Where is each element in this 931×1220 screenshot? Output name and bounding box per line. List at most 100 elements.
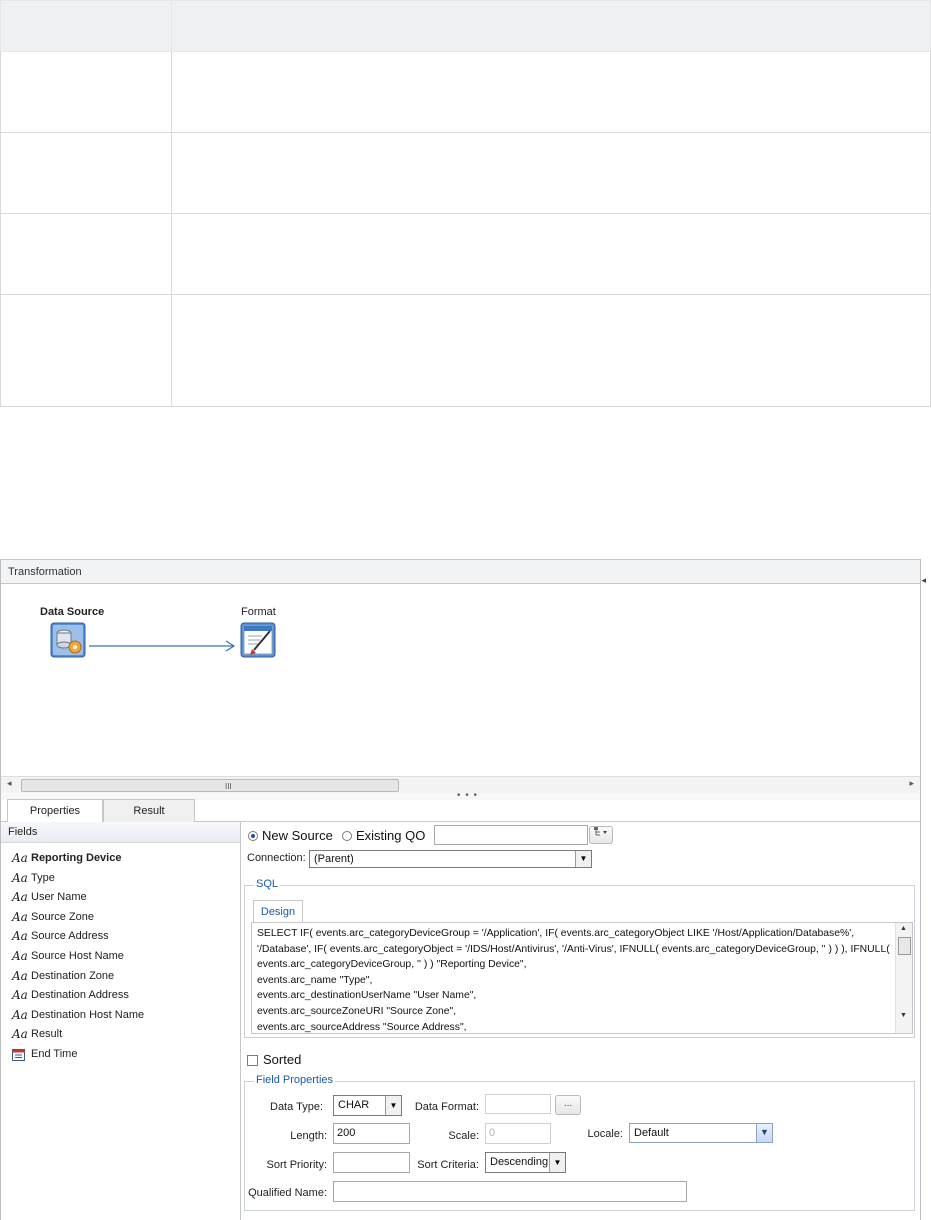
sort-priority-label: Sort Priority: (266, 1159, 327, 1171)
text-field-icon: Aa (12, 988, 28, 1003)
blank-table (0, 0, 931, 407)
field-label: Reporting Device (31, 852, 122, 864)
format-brush-icon[interactable] (240, 622, 276, 658)
scrollbar-thumb[interactable]: III (21, 779, 399, 792)
scale-input[interactable]: 0 (485, 1123, 551, 1144)
chevron-down-icon: ▼ (549, 1153, 565, 1172)
sql-fieldset: SQL Design SELECT IF( events.arc_categor… (244, 878, 915, 1038)
scrollbar-thumb[interactable] (898, 937, 911, 955)
sql-line: SELECT IF( events.arc_categoryDeviceGrou… (257, 928, 855, 939)
new-source-radio[interactable] (248, 831, 258, 841)
locale-select[interactable]: Default ▼ (629, 1123, 773, 1143)
sql-line: events.arc_destinationUserName "User Nam… (257, 990, 477, 1002)
table-cell (0, 51, 172, 133)
length-input[interactable]: 200 (333, 1123, 410, 1144)
qualified-name-input[interactable] (333, 1181, 687, 1202)
text-field-icon: Aa (12, 870, 28, 885)
field-item[interactable]: Aa Source Address (1, 927, 240, 947)
text-field-icon: Aa (12, 1027, 28, 1042)
field-item[interactable]: Aa Source Zone (1, 908, 240, 928)
node-label-format: Format (241, 606, 276, 618)
database-gear-icon[interactable] (50, 622, 86, 658)
sort-priority-input[interactable] (333, 1152, 410, 1173)
data-type-value: CHAR (338, 1099, 370, 1111)
sort-criteria-label: Sort Criteria: (417, 1159, 479, 1171)
data-type-label: Data Type: (270, 1101, 323, 1113)
transformation-canvas[interactable]: Data Source Format (1, 584, 920, 776)
field-label: Type (31, 871, 55, 884)
length-label: Length: (290, 1130, 327, 1142)
qualified-name-label: Qualified Name: (248, 1187, 327, 1199)
qo-tree-picker-button[interactable] (589, 826, 613, 844)
field-label: End Time (31, 1047, 78, 1060)
text-field-icon: Aa (12, 1007, 28, 1022)
connection-value: (Parent) (314, 853, 354, 865)
scroll-right-icon[interactable]: ▸ (909, 778, 914, 789)
field-item[interactable]: Aa Reporting Device (1, 849, 240, 869)
collapse-icon[interactable]: ◂ (921, 568, 926, 593)
text-field-icon: Aa (12, 948, 28, 963)
properties-form: New Source Existing QO Connection: (Pare… (241, 822, 920, 1220)
sql-line: events.arc_categoryDeviceGroup, '' ) ) "… (257, 959, 527, 971)
sql-line: '/Database', IF( events.arc_categoryObje… (257, 943, 890, 955)
field-item[interactable]: Aa Source Host Name (1, 947, 240, 967)
scroll-left-icon[interactable]: ◂ (7, 778, 12, 789)
table-cell (0, 0, 172, 52)
existing-qo-radio[interactable] (342, 831, 352, 841)
field-item[interactable]: Aa Destination Zone (1, 967, 240, 987)
table-row (0, 213, 931, 295)
sorted-checkbox[interactable] (247, 1055, 258, 1066)
connection-select[interactable]: (Parent) ▼ (309, 850, 592, 868)
data-type-select[interactable]: CHAR ▼ (333, 1095, 402, 1116)
sql-vertical-scrollbar[interactable]: ▲ ▼ (895, 923, 912, 1033)
sort-criteria-value: Descending (490, 1156, 549, 1168)
node-label-data-source: Data Source (40, 606, 105, 618)
sort-criteria-select[interactable]: Descending ▼ (485, 1152, 566, 1173)
field-item[interactable]: Aa Type (1, 869, 240, 889)
field-item[interactable]: Aa Destination Address (1, 986, 240, 1006)
data-format-input[interactable] (485, 1094, 551, 1114)
table-cell (171, 213, 931, 295)
tab-design[interactable]: Design (253, 900, 303, 922)
field-label: Destination Address (31, 989, 129, 1002)
table-row (0, 51, 931, 133)
sql-text: SELECT IF( events.arc_categoryDeviceGrou… (257, 926, 895, 1033)
text-field-icon: Aa (12, 929, 28, 944)
scroll-up-icon[interactable]: ▲ (900, 925, 907, 932)
chevron-down-icon: ▼ (575, 851, 591, 867)
locale-value: Default (634, 1127, 669, 1139)
field-label: Result (31, 1028, 63, 1041)
field-properties-fieldset: Field Properties Data Type: CHAR ▼ Data … (244, 1074, 915, 1211)
table-row (0, 294, 931, 407)
sql-line: events.arc_sourceAddress "Source Address… (257, 1021, 467, 1033)
tree-picker-icon (594, 827, 607, 836)
sql-editor[interactable]: SELECT IF( events.arc_categoryDeviceGrou… (251, 922, 913, 1034)
table-header-row (0, 0, 931, 52)
existing-qo-input[interactable] (434, 825, 588, 845)
field-item[interactable]: Aa Destination Host Name (1, 1006, 240, 1026)
grip-icon: III (225, 782, 232, 791)
field-label: Destination Host Name (31, 1008, 145, 1021)
sql-legend: SQL (254, 878, 281, 890)
table-cell (171, 0, 931, 52)
field-item[interactable]: End Time (1, 1045, 240, 1065)
table-cell (0, 213, 172, 295)
fields-panel: Fields Aa Reporting Device Aa Type Aa Us… (1, 822, 241, 1220)
sql-line: events.arc_name "Type", (257, 974, 373, 986)
data-format-button[interactable]: ... (555, 1095, 581, 1115)
field-item[interactable]: Aa User Name (1, 888, 240, 908)
chevron-down-icon: ▼ (385, 1096, 401, 1115)
text-field-icon: Aa (12, 909, 28, 924)
panel-title: Transformation (8, 566, 82, 578)
tab-properties[interactable]: Properties (7, 799, 103, 823)
table-row (0, 132, 931, 214)
field-item[interactable]: Aa Result (1, 1025, 240, 1045)
scroll-down-icon[interactable]: ▼ (900, 1012, 907, 1019)
flow-arrow (89, 640, 236, 652)
table-cell (0, 294, 172, 407)
scale-label: Scale: (448, 1130, 479, 1142)
field-label: Destination Zone (31, 969, 115, 982)
tab-result[interactable]: Result (103, 799, 195, 822)
field-label: Source Zone (31, 910, 94, 923)
chevron-down-icon: ▼ (756, 1124, 772, 1142)
